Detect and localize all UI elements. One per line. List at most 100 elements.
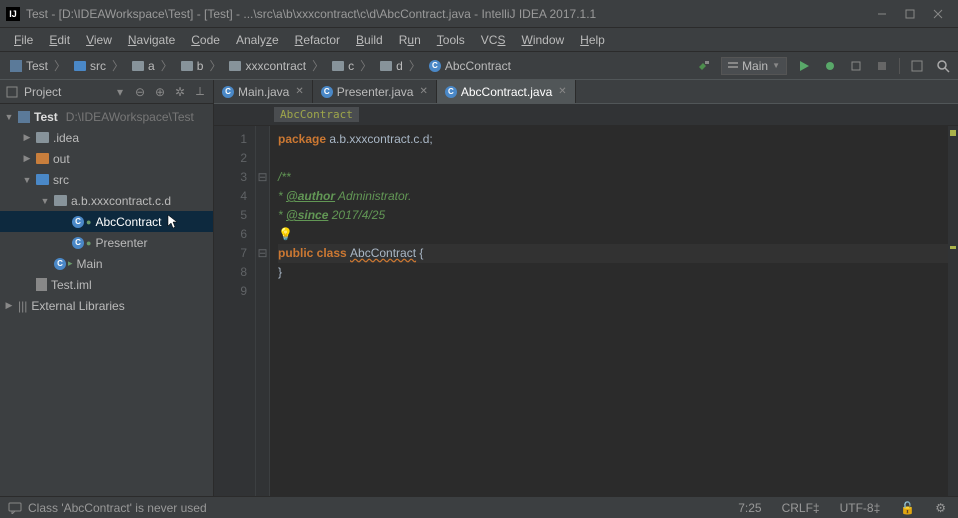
project-panel-header: Project ▾ ⊖ ⊕ ✲ ⟂ bbox=[0, 80, 213, 104]
message-icon[interactable] bbox=[8, 502, 22, 514]
menu-refactor[interactable]: Refactor bbox=[287, 30, 348, 50]
menu-edit[interactable]: Edit bbox=[41, 30, 78, 50]
project-structure-button[interactable] bbox=[908, 57, 926, 75]
menu-window[interactable]: Window bbox=[513, 30, 572, 50]
fold-gutter[interactable]: ⊟ ⊟ bbox=[256, 126, 270, 496]
crumb-test[interactable]: Test〉 bbox=[6, 57, 70, 74]
close-icon[interactable]: ✕ bbox=[295, 86, 303, 97]
stop-button[interactable] bbox=[873, 57, 891, 75]
tree-file-abccontract[interactable]: C ● AbcContract bbox=[0, 211, 213, 232]
tree-root[interactable]: ▼ Test D:\IDEAWorkspace\Test bbox=[0, 106, 213, 127]
hammer-icon bbox=[697, 59, 711, 73]
crumb-src[interactable]: src〉 bbox=[70, 57, 128, 74]
file-encoding[interactable]: UTF-8‡ bbox=[836, 501, 885, 515]
coverage-button[interactable] bbox=[847, 57, 865, 75]
tree-idea[interactable]: ▶ .idea bbox=[0, 127, 213, 148]
play-icon bbox=[798, 60, 810, 72]
code-area[interactable]: package a.b.xxxcontract.c.d; /** * @auth… bbox=[270, 126, 958, 496]
tree-file-presenter[interactable]: C ● Presenter bbox=[0, 232, 213, 253]
tab-main[interactable]: C Main.java ✕ bbox=[214, 80, 313, 103]
lock-icon[interactable]: 🔓 bbox=[896, 501, 919, 515]
project-tree[interactable]: ▼ Test D:\IDEAWorkspace\Test ▶ .idea ▶ o… bbox=[0, 104, 213, 496]
lock-icon: ● bbox=[86, 217, 91, 227]
target-icon[interactable]: ⊕ bbox=[153, 85, 167, 99]
folder-icon bbox=[181, 61, 193, 71]
warning-marker[interactable] bbox=[950, 130, 956, 136]
project-tool-window: Project ▾ ⊖ ⊕ ✲ ⟂ ▼ Test D:\IDEAWorkspac… bbox=[0, 80, 214, 496]
gear-icon[interactable]: ✲ bbox=[173, 85, 187, 99]
close-button[interactable] bbox=[924, 0, 952, 28]
menu-file[interactable]: File bbox=[6, 30, 41, 50]
folder-icon bbox=[36, 132, 49, 143]
tree-package[interactable]: ▼ a.b.xxxcontract.c.d bbox=[0, 190, 213, 211]
warning-marker[interactable] bbox=[950, 246, 956, 249]
expand-icon[interactable]: ▼ bbox=[22, 175, 32, 185]
crumb-c[interactable]: c〉 bbox=[328, 57, 376, 74]
hector-icon[interactable]: ⚙ bbox=[931, 501, 950, 515]
menu-analyze[interactable]: Analyze bbox=[228, 30, 287, 50]
menu-vcs[interactable]: VCS bbox=[473, 30, 514, 50]
menu-bar: File Edit View Navigate Code Analyze Ref… bbox=[0, 28, 958, 52]
line-gutter: 123456789 bbox=[214, 126, 256, 496]
editor-body[interactable]: 123456789 ⊟ ⊟ package a.b.xxxcontract.c.… bbox=[214, 126, 958, 496]
module-icon bbox=[18, 111, 30, 123]
folder-icon bbox=[132, 61, 144, 71]
chevron-down-icon[interactable]: ▾ bbox=[113, 85, 127, 99]
menu-navigate[interactable]: Navigate bbox=[120, 30, 183, 50]
folder-icon bbox=[332, 61, 344, 71]
expand-icon[interactable]: ▶ bbox=[4, 300, 14, 311]
expand-icon[interactable]: ▶ bbox=[22, 132, 32, 143]
tree-src[interactable]: ▼ src bbox=[0, 169, 213, 190]
tree-external-libs[interactable]: ▶ ||| External Libraries bbox=[0, 295, 213, 316]
editor-tabs: C Main.java ✕ C Presenter.java ✕ C AbcCo… bbox=[214, 80, 958, 104]
crumb-b[interactable]: b〉 bbox=[177, 57, 226, 74]
crumb-xxxcontract[interactable]: xxxcontract〉 bbox=[225, 57, 328, 74]
editor-breadcrumb: AbcContract bbox=[214, 104, 958, 126]
class-icon: C bbox=[321, 86, 333, 98]
project-view-icon bbox=[6, 86, 18, 98]
close-icon[interactable]: ✕ bbox=[419, 86, 427, 97]
stop-icon bbox=[877, 61, 887, 71]
tree-out[interactable]: ▶ out bbox=[0, 148, 213, 169]
crumb-d[interactable]: d〉 bbox=[376, 57, 425, 74]
run-config-selector[interactable]: Main ▼ bbox=[721, 57, 787, 75]
expand-icon[interactable]: ▼ bbox=[40, 196, 50, 206]
tab-presenter[interactable]: C Presenter.java ✕ bbox=[313, 80, 437, 103]
menu-tools[interactable]: Tools bbox=[429, 30, 473, 50]
tab-abccontract[interactable]: C AbcContract.java ✕ bbox=[437, 80, 576, 103]
error-stripe[interactable] bbox=[948, 126, 958, 496]
tree-file-main[interactable]: C ▸ Main bbox=[0, 253, 213, 274]
breadcrumb-class[interactable]: AbcContract bbox=[274, 107, 359, 122]
expand-icon[interactable]: ▼ bbox=[4, 112, 14, 122]
maximize-button[interactable] bbox=[896, 0, 924, 28]
hide-icon[interactable]: ⟂ bbox=[193, 84, 207, 99]
menu-code[interactable]: Code bbox=[183, 30, 228, 50]
caret-position[interactable]: 7:25 bbox=[734, 501, 765, 515]
intention-bulb-icon[interactable]: 💡 bbox=[278, 227, 293, 241]
class-icon: C bbox=[429, 60, 441, 72]
menu-run[interactable]: Run bbox=[391, 30, 429, 50]
class-icon: C bbox=[72, 237, 84, 249]
run-button[interactable] bbox=[795, 57, 813, 75]
minimize-button[interactable] bbox=[868, 0, 896, 28]
crumb-abccontract[interactable]: CAbcContract bbox=[425, 59, 515, 73]
build-button[interactable] bbox=[695, 57, 713, 75]
folder-icon bbox=[36, 153, 49, 164]
class-icon: C bbox=[222, 86, 234, 98]
close-icon bbox=[933, 9, 943, 19]
search-button[interactable] bbox=[934, 57, 952, 75]
crumb-a[interactable]: a〉 bbox=[128, 57, 177, 74]
library-icon: ||| bbox=[18, 299, 27, 313]
menu-view[interactable]: View bbox=[78, 30, 120, 50]
main-area: Project ▾ ⊖ ⊕ ✲ ⟂ ▼ Test D:\IDEAWorkspac… bbox=[0, 80, 958, 496]
iml-icon bbox=[36, 278, 47, 291]
close-icon[interactable]: ✕ bbox=[558, 86, 566, 97]
folder-icon bbox=[229, 61, 241, 71]
menu-help[interactable]: Help bbox=[572, 30, 613, 50]
menu-build[interactable]: Build bbox=[348, 30, 391, 50]
expand-icon[interactable]: ▶ bbox=[22, 153, 32, 164]
collapse-icon[interactable]: ⊖ bbox=[133, 85, 147, 99]
tree-iml[interactable]: Test.iml bbox=[0, 274, 213, 295]
debug-button[interactable] bbox=[821, 57, 839, 75]
line-separator[interactable]: CRLF‡ bbox=[778, 501, 824, 515]
